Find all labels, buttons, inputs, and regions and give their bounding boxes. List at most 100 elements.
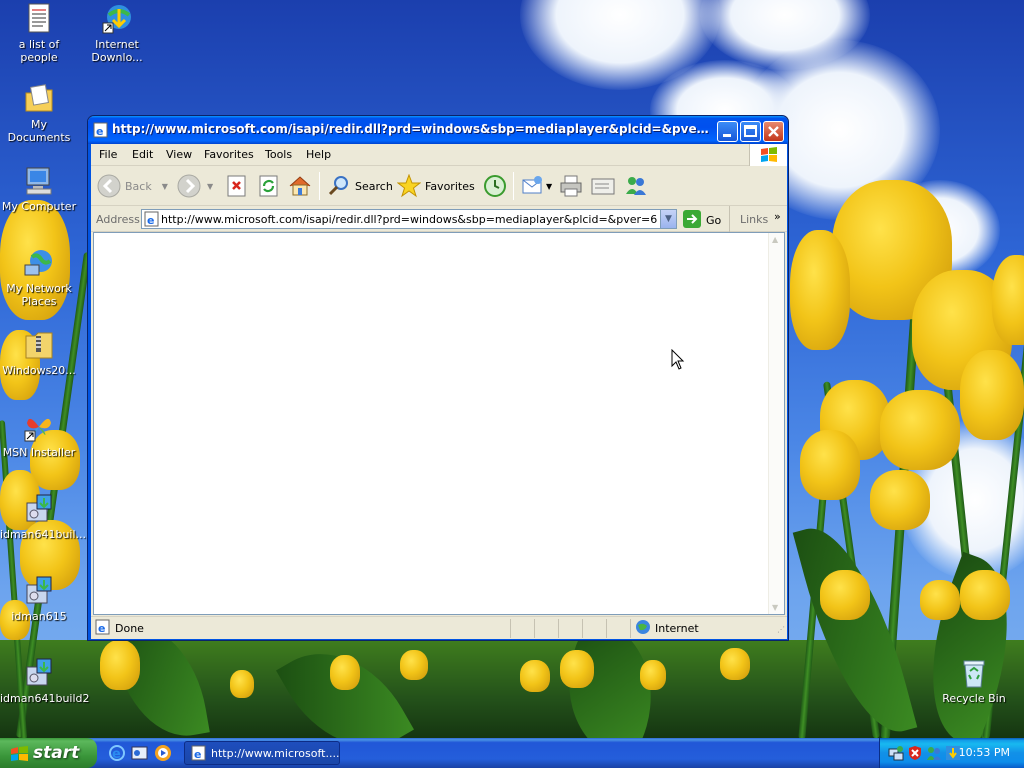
download-globe-icon: [101, 3, 133, 35]
desktop-icon-msn-installer[interactable]: MSN Installer: [0, 411, 78, 459]
quicklaunch-outlook-icon[interactable]: [131, 744, 149, 765]
window-titlebar[interactable]: e http://www.microsoft.com/isapi/redir.d…: [88, 116, 788, 144]
search-icon: [327, 174, 351, 198]
menu-edit[interactable]: Edit: [132, 148, 153, 161]
close-button[interactable]: [763, 121, 784, 142]
menu-favorites[interactable]: Favorites: [204, 148, 254, 161]
taskbar: start e e http://www.microsoft.... 10:53…: [0, 738, 1024, 768]
history-button[interactable]: [483, 174, 507, 198]
svg-text:e: e: [147, 214, 154, 227]
menu-file[interactable]: File: [99, 148, 117, 161]
desktop-icon-idman641build2[interactable]: idman641build2: [0, 657, 90, 705]
desktop-icon-internet-download-manager[interactable]: Internet Downlo...: [78, 3, 156, 64]
chevron-down-icon: ▼: [207, 181, 214, 191]
mail-envelope-icon: [521, 174, 545, 198]
ie-page-icon: e: [144, 211, 160, 230]
zip-folder-icon: [23, 329, 55, 361]
desktop-icon-idman615[interactable]: idman615: [0, 575, 78, 623]
address-input[interactable]: [161, 212, 657, 227]
desktop-icon-label: My Network Places: [6, 282, 72, 308]
stop-icon: [225, 174, 249, 198]
chevron-right-icon[interactable]: »: [774, 210, 781, 223]
edit-page-icon: [591, 174, 615, 198]
desktop-icon-label: idman615: [11, 610, 67, 623]
clock[interactable]: 10:53 PM: [959, 746, 1010, 759]
standard-toolbar: Back ▼ ▼ Search Favorites ▼: [91, 166, 787, 206]
menu-help[interactable]: Help: [306, 148, 331, 161]
desktop-icon-windows-archive[interactable]: Windows20...: [0, 329, 78, 377]
address-field[interactable]: e ▼: [141, 209, 677, 229]
installer-icon: [23, 657, 55, 689]
refresh-button[interactable]: [257, 174, 281, 198]
menu-bar: File Edit View Favorites Tools Help: [91, 144, 787, 166]
security-shield-icon[interactable]: [907, 745, 923, 764]
desktop-icon-my-documents[interactable]: My Documents: [0, 83, 78, 144]
desktop-icon-my-computer[interactable]: My Computer: [0, 165, 78, 213]
desktop-icon-label: Internet Downlo...: [91, 38, 143, 64]
svg-text:e: e: [98, 622, 105, 635]
network-connection-icon[interactable]: [888, 745, 904, 764]
search-button[interactable]: Search: [327, 174, 393, 198]
menu-tools[interactable]: Tools: [265, 148, 292, 161]
home-button[interactable]: [288, 174, 312, 198]
windows-flag-icon: [749, 144, 787, 166]
network-globe-icon: [23, 247, 55, 279]
window-client: File Edit View Favorites Tools Help Back…: [91, 144, 787, 639]
desktop-icon-label: idman641buil...: [0, 528, 87, 541]
scroll-down-icon[interactable]: ▼: [772, 603, 778, 612]
back-button[interactable]: Back ▼: [97, 174, 168, 198]
desktop-icon-recycle-bin[interactable]: Recycle Bin: [935, 657, 1013, 705]
minimize-icon: [723, 134, 731, 137]
quicklaunch-ie-icon[interactable]: e: [108, 744, 126, 765]
page-done-icon: e: [95, 619, 111, 638]
window-title: http://www.microsoft.com/isapi/redir.dll…: [112, 122, 712, 136]
star-icon: [396, 173, 422, 198]
desktop-icon-idman641build[interactable]: idman641buil...: [0, 493, 86, 541]
maximize-icon: [744, 125, 757, 137]
toolbar-separator: [319, 172, 320, 200]
installer-icon: [23, 493, 55, 525]
status-cell: [559, 619, 583, 638]
ie-page-icon: e: [93, 122, 109, 141]
desktop-icon-my-network-places[interactable]: My Network Places: [0, 247, 78, 308]
svg-text:e: e: [194, 748, 201, 761]
messenger-tray-icon[interactable]: [926, 745, 942, 764]
print-button[interactable]: [559, 174, 583, 198]
address-bar: Address e ▼ Go Links »: [91, 206, 787, 232]
status-cell: [583, 619, 607, 638]
status-bar: e Done Internet ⋰: [91, 616, 787, 639]
resize-grip-icon[interactable]: ⋰: [777, 625, 785, 634]
vertical-scrollbar[interactable]: ▲ ▼: [768, 233, 784, 614]
address-dropdown-button[interactable]: ▼: [660, 210, 676, 228]
minimize-button[interactable]: [717, 121, 738, 142]
desktop-icon-label: Recycle Bin: [942, 692, 1006, 705]
document-icon: [23, 3, 55, 35]
browser-window[interactable]: e http://www.microsoft.com/isapi/redir.d…: [87, 115, 789, 641]
forward-button[interactable]: ▼: [177, 174, 213, 198]
recycle-bin-icon: [958, 657, 990, 689]
go-arrow-icon: [683, 210, 701, 231]
installer-icon: [23, 575, 55, 607]
page-content[interactable]: ▲ ▼: [93, 232, 785, 615]
menu-view[interactable]: View: [166, 148, 192, 161]
desktop-icon-label: My Documents: [7, 118, 71, 144]
status-text: Done: [115, 622, 144, 635]
scroll-up-icon[interactable]: ▲: [772, 235, 778, 244]
quicklaunch-media-player-icon[interactable]: [154, 744, 172, 765]
favorites-button[interactable]: Favorites: [396, 173, 475, 198]
go-button[interactable]: Go: [683, 210, 721, 231]
mail-button[interactable]: ▼: [521, 174, 552, 198]
home-icon: [288, 174, 312, 198]
refresh-icon: [257, 174, 281, 198]
messenger-button[interactable]: [624, 174, 648, 198]
edit-button[interactable]: [591, 174, 615, 198]
desktop-icon-label: idman641build2: [0, 692, 90, 705]
maximize-button[interactable]: [740, 121, 761, 142]
stop-button[interactable]: [225, 174, 249, 198]
desktop-icon-list-of-people[interactable]: a list of people: [0, 3, 78, 64]
address-label: Address: [96, 213, 140, 226]
taskbar-button-browser[interactable]: e http://www.microsoft....: [184, 741, 340, 765]
msn-butterfly-icon: [23, 411, 55, 443]
start-button[interactable]: start: [0, 738, 97, 768]
links-label[interactable]: Links: [740, 213, 768, 226]
